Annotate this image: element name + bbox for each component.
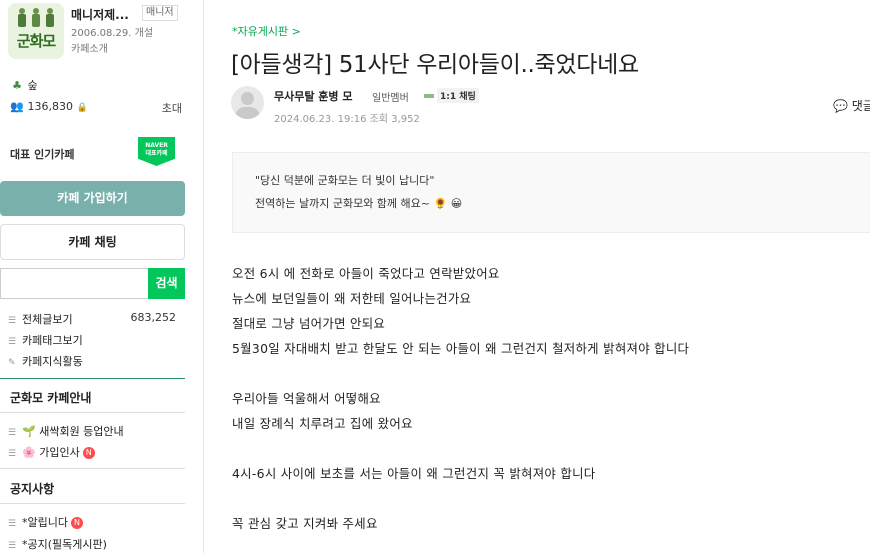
section-cafe-guide: 군화모 카페안내 <box>10 391 92 405</box>
list-icon: ☰ <box>8 541 17 551</box>
lock-icon: 🔒 <box>76 103 88 113</box>
sidebar-divider <box>203 0 204 553</box>
flower-icon: 🌸 <box>22 446 36 459</box>
list-icon: ☰ <box>8 337 17 347</box>
popular-cafe-label: 대표 인기카페 <box>10 148 75 161</box>
member-count: 136,830 <box>27 100 74 113</box>
author-avatar[interactable] <box>231 86 264 119</box>
list-icon: ☰ <box>8 428 17 438</box>
menu-notice-board-label: *공지(필독게시판) <box>22 538 107 551</box>
cafe-intro-link[interactable]: 카페소개 <box>71 40 108 55</box>
search-input[interactable] <box>0 268 148 299</box>
board-breadcrumb[interactable]: *자유게시판 > <box>232 23 301 39</box>
menu-all-posts-label: 전체글보기 <box>22 313 73 326</box>
soldier-figures-icon <box>18 8 54 27</box>
cafe-chat-button[interactable]: 카페 채팅 <box>0 224 185 260</box>
list-icon: ☰ <box>8 519 17 529</box>
post-body-line: 꼭 관심 갖고 지켜봐 주세요 <box>232 516 378 531</box>
post-title: [아들생각] 51사단 우리아들이..죽었다네요 <box>231 52 639 78</box>
manager-badge: 매니저 <box>142 5 178 21</box>
menu-knowledge-label: 카페지식활동 <box>22 355 83 368</box>
one-to-one-chat-button[interactable]: 1:1 채팅 <box>437 88 479 103</box>
menu-notice-board[interactable]: ☰ *공지(필독게시판) <box>8 536 107 552</box>
member-level: 일반멤버 <box>372 93 409 104</box>
post-body-line: 절대로 그냥 넘어가면 안되요 <box>232 316 386 331</box>
menu-all-posts[interactable]: ☰ 전체글보기 <box>8 311 73 327</box>
section-divider <box>0 503 185 504</box>
cafe-level-row: ♣ 숲 <box>10 77 38 93</box>
join-cafe-button[interactable]: 카페 가입하기 <box>0 181 185 216</box>
section-divider <box>0 378 185 379</box>
section-divider <box>0 468 185 469</box>
section-notice: 공지사항 <box>10 482 55 496</box>
signature-quote-box: "당신 덕분에 군화모는 더 빛이 납니다" 전역하는 날까지 군화모와 함께 … <box>232 152 870 233</box>
post-body-line: 오전 6시 에 전화로 아들이 죽었다고 연락받았어요 <box>232 266 500 281</box>
menu-announcements-label: *알립니다 <box>22 516 68 529</box>
post-body-line: 뉴스에 보던일들이 왜 저한테 일어나는건가요 <box>232 291 472 306</box>
naver-badge-top: NAVER <box>145 142 168 149</box>
post-body-line: 내일 장례식 치루려고 집에 왔어요 <box>232 416 413 431</box>
search-button[interactable]: 검색 <box>148 268 185 299</box>
tree-icon: ♣ <box>12 79 22 92</box>
cafe-header: 군화모 매니저제... 매니저 2006.08.29. 개설 카페소개 <box>8 3 198 61</box>
menu-new-member-guide[interactable]: ☰ 🌱 새싹회원 등업안내 <box>8 423 124 439</box>
invite-link[interactable]: 초대 <box>162 100 182 116</box>
cafe-logo[interactable]: 군화모 <box>8 3 64 59</box>
all-posts-count: 683,252 <box>130 311 177 324</box>
quote-line: "당신 덕분에 군화모는 더 빛이 납니다" <box>255 174 435 187</box>
menu-new-member-guide-label: 새싹회원 등업안내 <box>39 425 124 438</box>
naver-featured-badge[interactable]: NAVER 대표카페 <box>138 137 175 166</box>
section-divider <box>0 412 185 413</box>
comment-link[interactable]: 💬 댓글 <box>833 97 870 114</box>
sprout-icon: 🌱 <box>22 425 36 438</box>
author-name[interactable]: 무사무탈 훈병 모 <box>274 88 353 104</box>
post-body-line: 우리아들 억울해서 어떻해요 <box>232 391 381 406</box>
post-body-line: 5월30일 자대배치 받고 한달도 안 되는 아들이 왜 그런건지 철저하게 밝… <box>232 341 690 356</box>
post-meta: 2024.06.23. 19:16 조회 3,952 <box>274 114 420 125</box>
cafe-level: 숲 <box>27 79 38 92</box>
menu-tags[interactable]: ☰ 카페태그보기 <box>8 332 83 348</box>
members-icon: 👥 <box>10 100 24 113</box>
cafe-name[interactable]: 매니저제... <box>71 6 129 23</box>
list-icon: ☰ <box>8 316 17 326</box>
new-badge: N <box>82 447 95 459</box>
member-count-row[interactable]: 👥 136,830 🔒 <box>10 100 88 113</box>
post-view: *자유게시판 > [아들생각] 51사단 우리아들이..죽었다네요 무사무탈 훈… <box>205 0 870 553</box>
menu-knowledge[interactable]: ✎ 카페지식활동 <box>8 353 83 369</box>
cafe-founded-date: 2006.08.29. 개설 <box>71 28 154 39</box>
sidebar: 군화모 매니저제... 매니저 2006.08.29. 개설 카페소개 ♣ 숲 … <box>0 0 200 553</box>
list-icon: ☰ <box>8 449 17 459</box>
knowledge-icon: ✎ <box>8 358 16 368</box>
new-badge: N <box>70 517 83 529</box>
comment-icon: 💬 <box>833 99 848 113</box>
quote-line: 전역하는 날까지 군화모와 함께 해요~ 🌻 😀 <box>255 197 463 210</box>
comment-label: 댓글 <box>851 99 870 113</box>
menu-announcements[interactable]: ☰ *알립니다 N <box>8 514 83 530</box>
level-icon <box>424 94 434 98</box>
menu-greetings-label: 가입인사 <box>39 446 80 459</box>
post-body-line: 4시-6시 사이에 보초를 서는 아들이 왜 그런건지 꼭 밝혀져야 합니다 <box>232 466 596 481</box>
cafe-logo-text: 군화모 <box>16 32 56 50</box>
menu-greetings[interactable]: ☰ 🌸 가입인사 N <box>8 444 95 460</box>
menu-tags-label: 카페태그보기 <box>22 334 83 347</box>
naver-badge-bottom: 대표카페 <box>145 150 168 157</box>
